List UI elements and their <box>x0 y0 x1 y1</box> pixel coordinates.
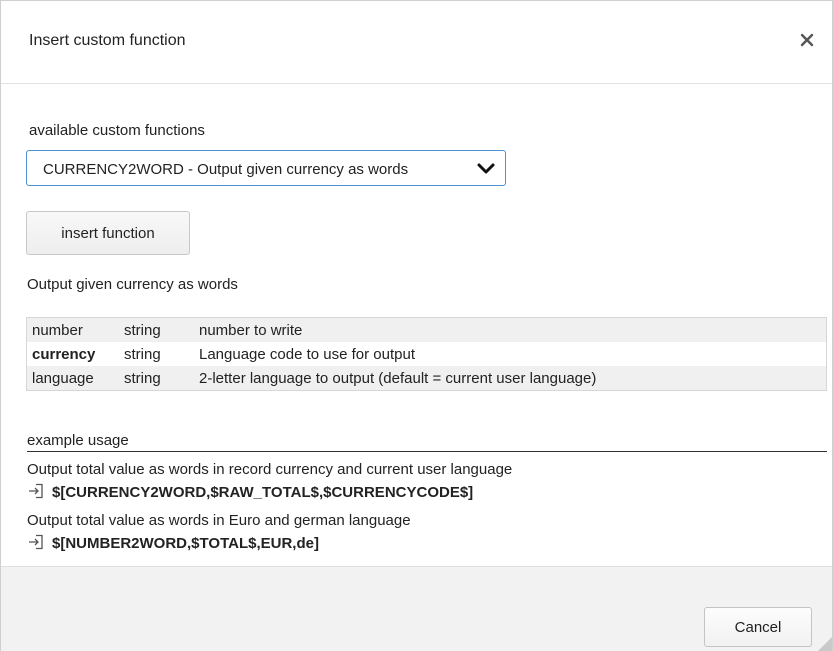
table-row: currency string Language code to use for… <box>27 342 827 366</box>
insert-function-button[interactable]: insert function <box>26 211 190 255</box>
close-icon <box>800 33 814 47</box>
function-description: Output given currency as words <box>27 276 238 293</box>
table-row: number string number to write <box>26 317 827 342</box>
param-name: language <box>26 366 124 391</box>
param-description: number to write <box>199 317 827 342</box>
dialog-header: Insert custom function <box>1 1 832 84</box>
dialog-footer: Cancel <box>1 566 832 651</box>
cancel-button[interactable]: Cancel <box>704 607 812 647</box>
param-type: string <box>124 345 161 363</box>
example-code-row: $[NUMBER2WORD,$TOTAL$,EUR,de] <box>28 534 319 552</box>
dialog-title: Insert custom function <box>29 32 186 49</box>
example-code-row: $[CURRENCY2WORD,$RAW_TOTAL$,$CURRENCYCOD… <box>28 483 473 501</box>
table-row: language string 2-letter language to out… <box>26 366 827 391</box>
example-code: $[CURRENCY2WORD,$RAW_TOTAL$,$CURRENCYCOD… <box>52 484 474 501</box>
resize-grip-icon[interactable] <box>818 637 832 651</box>
functions-label: available custom functions <box>29 122 205 139</box>
param-description: Language code to use for output <box>199 345 416 363</box>
insert-custom-function-dialog: Insert custom function available custom … <box>0 0 833 651</box>
example-code: $[NUMBER2WORD,$TOTAL$,EUR,de] <box>52 535 319 552</box>
param-type: string <box>124 317 199 342</box>
example-description: Output total value as words in Euro and … <box>27 512 411 529</box>
parameters-table: number string number to write currency s… <box>26 317 827 391</box>
close-button[interactable] <box>796 29 818 51</box>
insert-icon[interactable] <box>28 534 44 550</box>
example-description: Output total value as words in record cu… <box>27 461 513 478</box>
example-usage-header: example usage <box>27 432 827 452</box>
chevron-down-icon <box>477 163 495 174</box>
selected-function: CURRENCY2WORD - Output given currency as… <box>43 161 409 178</box>
insert-icon[interactable] <box>28 483 44 499</box>
param-name: number <box>26 317 124 342</box>
param-type: string <box>124 366 199 391</box>
custom-function-select[interactable]: CURRENCY2WORD - Output given currency as… <box>26 150 506 186</box>
param-description: 2-letter language to output (default = c… <box>199 366 827 391</box>
param-name: currency <box>32 345 96 363</box>
